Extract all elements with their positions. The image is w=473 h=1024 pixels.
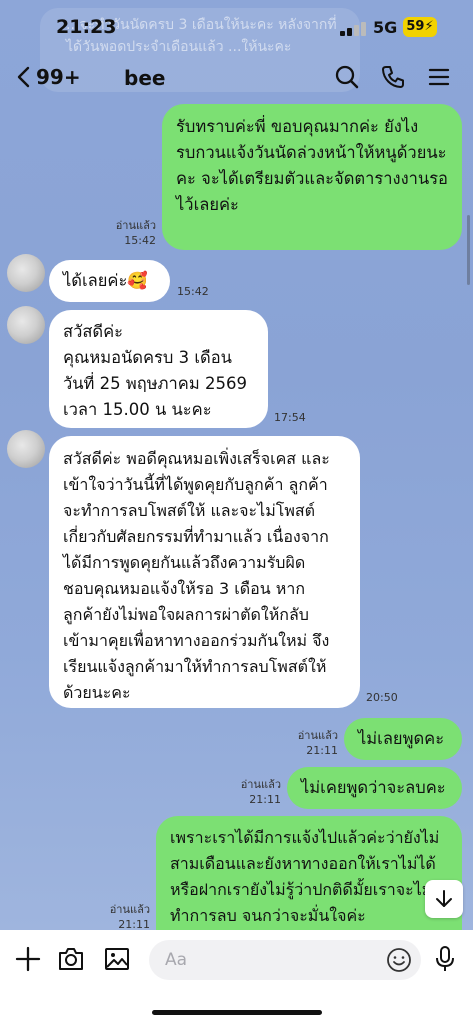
message-meta: อ่านแล้ว 21:11 (94, 902, 150, 932)
search-button[interactable] (332, 62, 362, 92)
message-time: 21:11 (249, 793, 281, 806)
message-time: 15:42 (177, 285, 209, 298)
microphone-icon (436, 946, 454, 971)
phone-icon (382, 66, 404, 88)
read-receipt: อ่านแล้ว (240, 778, 281, 791)
message-meta: อ่านแล้ว 21:11 (282, 728, 338, 758)
battery-level: 59 (406, 19, 425, 34)
menu-button[interactable] (424, 62, 454, 92)
back-button[interactable]: 99+ (16, 60, 81, 94)
scrollbar[interactable] (467, 215, 470, 285)
message-bubble-outgoing[interactable]: ไม่เคยพูดว่าจะลบคะ (287, 767, 462, 809)
status-time: 21:23 (56, 16, 117, 38)
message-time: 21:11 (306, 744, 338, 757)
chevron-left-icon (17, 66, 30, 88)
camera-button[interactable] (56, 944, 86, 974)
signal-icon (340, 20, 366, 36)
chat-header: 99+ bee (0, 54, 473, 102)
arrow-down-icon (436, 890, 452, 907)
message-bubble-outgoing[interactable]: ไม่เลยพูดคะ (344, 718, 462, 760)
chat-title: bee (124, 66, 166, 90)
message-bubble-outgoing[interactable]: เพราะเราได้มีการแจ้งไปแล้วค่ะว่ายังไม่ ส… (156, 816, 462, 930)
network-label: 5G (373, 18, 398, 37)
unread-count: 99+ (36, 65, 81, 89)
plus-button[interactable] (13, 944, 43, 974)
message-meta: อ่านแล้ว 21:11 (225, 777, 281, 807)
read-receipt: อ่านแล้ว (297, 729, 338, 742)
status-bar: ...จะทำวันนัดครบ 3 เดือนให้นะคะ หลังจากท… (0, 0, 473, 92)
search-icon (335, 65, 359, 89)
avatar[interactable] (7, 430, 45, 468)
image-button[interactable] (102, 944, 132, 974)
plus-icon (15, 946, 41, 972)
avatar[interactable] (7, 254, 45, 292)
message-meta: อ่านแล้ว 15:42 (100, 218, 156, 248)
scroll-to-bottom-button[interactable] (425, 880, 463, 918)
message-time: 15:42 (124, 234, 156, 247)
input-bar (0, 930, 473, 1024)
message-time: 17:54 (274, 411, 306, 424)
emoji-button[interactable] (386, 947, 412, 973)
message-bubble-incoming[interactable]: สวัสดีค่ะ พอดีคุณหมอเพิ่งเสร็จเคส และ เข… (49, 436, 360, 708)
avatar[interactable] (7, 306, 45, 344)
menu-icon (428, 68, 450, 86)
message-bubble-outgoing[interactable]: รับทราบค่ะพี่ ขอบคุณมากค่ะ ยังไง รบกวนแจ… (162, 104, 462, 250)
read-receipt: อ่านแล้ว (109, 903, 150, 916)
home-indicator[interactable] (152, 1010, 322, 1015)
message-input[interactable] (149, 940, 421, 980)
message-bubble-incoming[interactable]: สวัสดีค่ะ คุณหมอนัดครบ 3 เดือน วันที่ 25… (49, 310, 268, 428)
read-receipt: อ่านแล้ว (115, 219, 156, 232)
emoji-icon (387, 948, 411, 972)
microphone-button[interactable] (430, 944, 460, 974)
image-icon (105, 948, 129, 970)
call-button[interactable] (378, 62, 408, 92)
message-time: 20:50 (366, 691, 398, 704)
battery-indicator: 59⚡ (403, 17, 437, 37)
message-bubble-incoming[interactable]: ได้เลยค่ะ🥰 (49, 260, 170, 302)
camera-icon (59, 948, 83, 970)
